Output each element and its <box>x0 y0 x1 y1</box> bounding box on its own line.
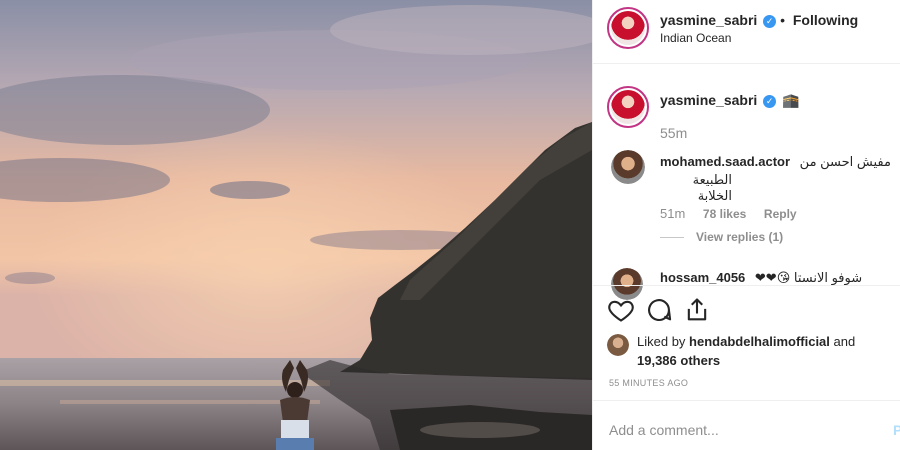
post-side-panel: yasmine_sabri ✓ • Following Indian Ocean… <box>592 0 900 450</box>
comment-username[interactable]: hossam_4056 <box>660 270 745 285</box>
view-replies-label: View replies (1) <box>696 230 784 244</box>
divider <box>593 285 900 286</box>
view-replies-button[interactable]: View replies (1) <box>660 230 783 244</box>
following-button[interactable]: Following <box>793 12 858 28</box>
dot-separator: • <box>780 12 785 28</box>
share-icon[interactable] <box>683 296 711 324</box>
comment-text-line2: الطبيعة الخلابة <box>692 172 732 203</box>
comment-line: mohamed.saad.actor مفيش احسن من <box>660 154 891 170</box>
replies-dash <box>660 237 684 239</box>
comment-line: hossam_4056 شوفو الانستا 😘❤❤ <box>660 270 862 286</box>
liked-by-prefix: Liked by <box>637 334 686 349</box>
likes-count[interactable]: 19,386 others <box>637 353 720 368</box>
comment-time[interactable]: 51m <box>660 206 685 221</box>
comment-text: شوفو الانستا 😘❤❤ <box>754 270 863 285</box>
verified-icon: ✓ <box>763 14 777 28</box>
verified-icon: ✓ <box>763 94 777 108</box>
heart-icon[interactable] <box>607 296 635 324</box>
post-button[interactable]: P <box>893 422 900 438</box>
likes-text: Liked by hendabdelhalimofficial and 19,3… <box>637 332 900 370</box>
likes-and: and <box>833 334 856 349</box>
comment-input[interactable]: Add a comment... <box>609 422 719 438</box>
sunset-yoga-image <box>0 0 592 450</box>
post-photo[interactable] <box>0 0 592 450</box>
avatar[interactable] <box>607 7 649 49</box>
post-header: yasmine_sabri ✓ • Following Indian Ocean <box>593 0 900 64</box>
caption-text: 🕋 <box>782 92 800 108</box>
comment-meta: 51m 78 likes Reply <box>660 206 811 221</box>
comment-text-line1: مفيش احسن من <box>799 154 891 169</box>
post-date[interactable]: 55 MINUTES AGO <box>609 378 688 388</box>
caption-line: yasmine_sabri ✓ 🕋 <box>660 92 800 109</box>
header-line: yasmine_sabri ✓ • Following <box>660 12 858 28</box>
avatar[interactable] <box>607 334 629 356</box>
comment-likes[interactable]: 78 likes <box>703 207 746 221</box>
location-link[interactable]: Indian Ocean <box>660 31 731 45</box>
caption-time[interactable]: 55m <box>660 125 687 141</box>
comment-username[interactable]: mohamed.saad.actor <box>660 154 790 169</box>
header-username[interactable]: yasmine_sabri <box>660 12 757 28</box>
add-comment-bar: Add a comment... P <box>593 400 900 450</box>
avatar[interactable] <box>611 150 645 184</box>
caption-username[interactable]: yasmine_sabri <box>660 92 757 108</box>
comment-icon[interactable] <box>645 296 673 324</box>
liked-by-user[interactable]: hendabdelhalimofficial <box>689 334 830 349</box>
reply-button[interactable]: Reply <box>764 207 797 221</box>
avatar[interactable] <box>607 86 649 128</box>
